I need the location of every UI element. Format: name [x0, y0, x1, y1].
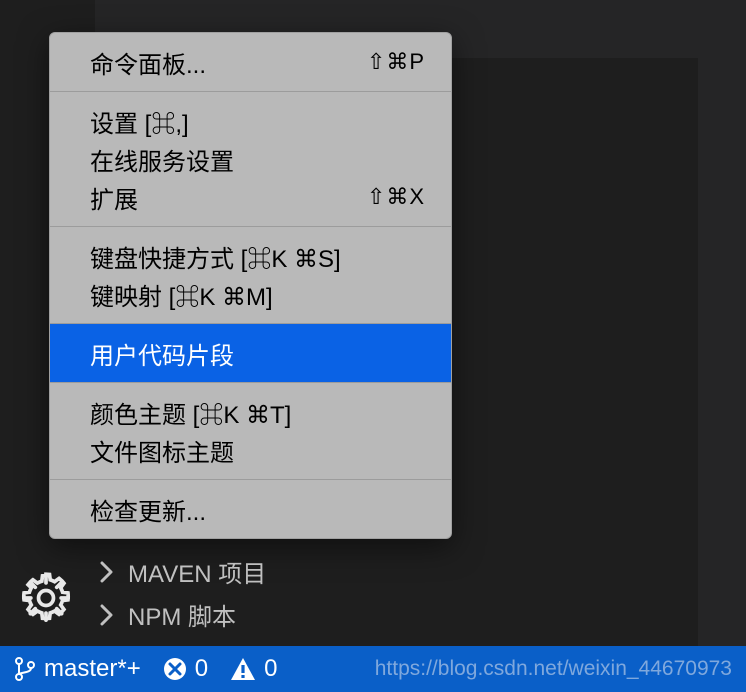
menu-item-check-updates[interactable]: 检查更新... — [50, 480, 451, 538]
status-errors-count: 0 — [195, 655, 208, 683]
menu-item-keyboard-shortcuts[interactable]: 键盘快捷方式 [⌘K ⌘S] — [50, 227, 451, 275]
menu-item-extensions[interactable]: 扩展 ⇧⌘X — [50, 178, 451, 226]
status-warnings-count: 0 — [264, 655, 277, 683]
menu-item-label: 命令面板... — [90, 45, 206, 80]
watermark-text: https://blog.csdn.net/weixin_44670973 — [375, 657, 732, 681]
chevron-right-icon — [100, 561, 114, 583]
right-scroll-strip — [728, 0, 746, 692]
menu-item-keymaps[interactable]: 键映射 [⌘K ⌘M] — [50, 275, 451, 323]
status-errors[interactable]: 0 — [163, 655, 208, 683]
gear-icon[interactable] — [18, 570, 74, 626]
menu-item-label: 文件图标主题 — [90, 433, 234, 468]
settings-context-menu: 命令面板... ⇧⌘P 设置 [⌘,] 在线服务设置 扩展 ⇧⌘X 键盘快捷方式… — [49, 32, 452, 539]
menu-item-label: 用户代码片段 — [90, 336, 234, 371]
git-branch-icon — [14, 655, 36, 683]
menu-item-label: 键映射 [⌘K ⌘M] — [90, 277, 273, 312]
panel-section-label: MAVEN 项目 — [128, 554, 266, 589]
status-branch-label: master*+ — [44, 655, 141, 683]
menu-item-label: 设置 [⌘,] — [90, 104, 189, 139]
menu-item-settings[interactable]: 设置 [⌘,] — [50, 92, 451, 140]
panel-section-maven[interactable]: MAVEN 项目 — [100, 554, 266, 589]
menu-item-label: 检查更新... — [90, 492, 206, 527]
menu-item-online-services[interactable]: 在线服务设置 — [50, 140, 451, 178]
menu-item-user-snippets[interactable]: 用户代码片段 — [50, 324, 451, 382]
menu-item-label: 在线服务设置 — [90, 142, 234, 177]
chevron-right-icon — [100, 604, 114, 626]
status-bar: master*+ 0 0 https://blog.csdn.net/weixi… — [0, 646, 746, 692]
menu-item-label: 颜色主题 [⌘K ⌘T] — [90, 395, 291, 430]
menu-item-label: 键盘快捷方式 [⌘K ⌘S] — [90, 239, 341, 274]
error-icon — [163, 657, 187, 681]
panel-section-label: NPM 脚本 — [128, 597, 236, 632]
status-warnings[interactable]: 0 — [230, 655, 277, 683]
menu-item-label: 扩展 — [90, 180, 138, 215]
menu-item-shortcut: ⇧⌘P — [367, 49, 425, 75]
menu-item-file-icon-theme[interactable]: 文件图标主题 — [50, 431, 451, 479]
menu-item-shortcut: ⇧⌘X — [367, 184, 425, 210]
warning-icon — [230, 657, 256, 681]
status-git-branch[interactable]: master*+ — [14, 655, 141, 683]
menu-item-color-theme[interactable]: 颜色主题 [⌘K ⌘T] — [50, 383, 451, 431]
panel-section-npm[interactable]: NPM 脚本 — [100, 597, 266, 632]
menu-item-command-palette[interactable]: 命令面板... ⇧⌘P — [50, 33, 451, 91]
